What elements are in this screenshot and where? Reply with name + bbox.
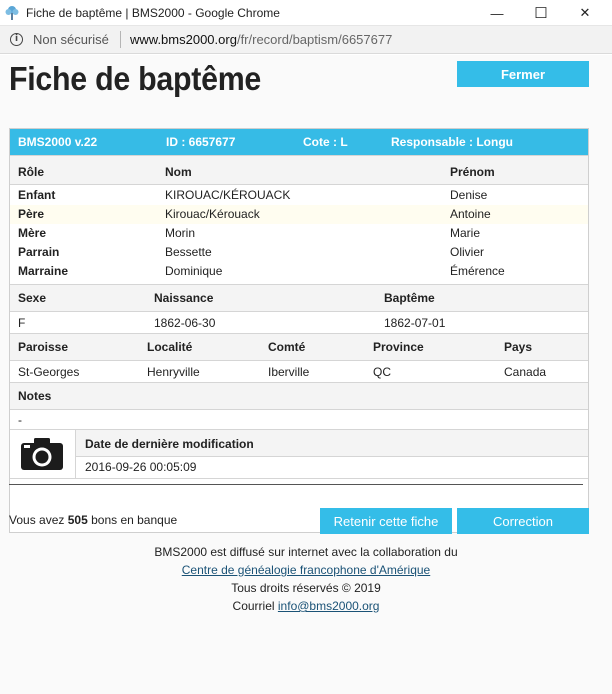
modified-value: 2016-09-26 00:05:09 bbox=[85, 460, 197, 474]
person-role: Père bbox=[18, 207, 45, 221]
record-cote: Cote : L bbox=[303, 135, 348, 149]
column-header-localite: Localité bbox=[147, 340, 193, 354]
camera-cell bbox=[10, 430, 76, 478]
footer-contact: Courriel info@bms2000.org bbox=[0, 597, 612, 615]
bank-prefix: Vous avez bbox=[9, 513, 65, 527]
person-nom: KIROUAC/KÉROUACK bbox=[165, 188, 291, 202]
column-header-sexe: Sexe bbox=[18, 291, 47, 305]
page-content: Fiche de baptême Fermer BMS2000 v.22 ID … bbox=[0, 55, 612, 694]
url-domain: www.bms2000.org bbox=[130, 32, 237, 47]
highlighted-row-background bbox=[10, 205, 588, 224]
column-header-pays: Pays bbox=[504, 340, 533, 354]
person-nom: Kirouac/Kérouack bbox=[165, 207, 260, 221]
email-link[interactable]: info@bms2000.org bbox=[278, 599, 380, 613]
modified-bottom-border bbox=[10, 478, 588, 479]
column-header-province: Province bbox=[373, 340, 424, 354]
record-version: BMS2000 v.22 bbox=[18, 135, 98, 149]
comte-value: Iberville bbox=[268, 365, 310, 379]
person-nom: Dominique bbox=[165, 264, 223, 278]
sexe-value: F bbox=[18, 316, 26, 330]
person-prenom: Olivier bbox=[450, 245, 485, 259]
window-titlebar: Fiche de baptême | BMS2000 - Google Chro… bbox=[0, 0, 612, 26]
camera-icon bbox=[21, 438, 63, 470]
person-role: Marraine bbox=[18, 264, 69, 278]
place-header-row: Paroisse Localité Comté Province Pays bbox=[10, 333, 588, 361]
person-prenom: Antoine bbox=[450, 207, 491, 221]
person-prenom: Marie bbox=[450, 226, 481, 240]
province-value: QC bbox=[373, 365, 391, 379]
address-separator bbox=[120, 31, 121, 48]
modified-header-row: Date de dernière modification bbox=[76, 429, 588, 457]
notes-header-row: Notes bbox=[10, 382, 588, 410]
column-header-bapteme: Baptême bbox=[384, 291, 435, 305]
cgfa-link[interactable]: Centre de généalogie francophone d'Améri… bbox=[182, 563, 430, 577]
url-text[interactable]: www.bms2000.org/fr/record/baptism/665767… bbox=[130, 32, 392, 47]
column-header-role: Rôle bbox=[18, 165, 45, 179]
naissance-value: 1862-06-30 bbox=[154, 316, 216, 330]
maximize-icon: ☐ bbox=[534, 5, 548, 22]
bms2000-tree-icon bbox=[5, 6, 19, 20]
footer: BMS2000 est diffusé sur internet avec la… bbox=[0, 543, 612, 615]
bapteme-value: 1862-07-01 bbox=[384, 316, 446, 330]
record-header: BMS2000 v.22 ID : 6657677 Cote : L Respo… bbox=[10, 129, 588, 155]
section-divider bbox=[9, 484, 583, 485]
person-role: Enfant bbox=[18, 188, 56, 202]
security-status[interactable]: Non sécurisé bbox=[33, 32, 109, 47]
maximize-button[interactable]: ☐ bbox=[518, 0, 564, 26]
person-prenom: Émérence bbox=[450, 264, 505, 278]
contact-label: Courriel bbox=[232, 599, 275, 613]
persons-header-row: Rôle Nom Prénom bbox=[10, 155, 588, 185]
minimize-icon: — bbox=[490, 5, 504, 21]
info-icon[interactable]: i bbox=[10, 33, 23, 46]
column-header-nom: Nom bbox=[165, 165, 192, 179]
footer-collaboration: BMS2000 est diffusé sur internet avec la… bbox=[154, 545, 458, 559]
bank-suffix: bons en banque bbox=[91, 513, 178, 527]
person-role: Mère bbox=[18, 226, 47, 240]
baptism-record-card: BMS2000 v.22 ID : 6657677 Cote : L Respo… bbox=[9, 128, 589, 533]
record-responsable: Responsable : Longu bbox=[391, 135, 514, 149]
notes-value: - bbox=[18, 413, 22, 427]
notes-header: Notes bbox=[18, 389, 52, 403]
address-bar[interactable]: i Non sécurisé www.bms2000.org/fr/record… bbox=[0, 26, 612, 54]
column-header-comte: Comté bbox=[268, 340, 306, 354]
footer-copyright: Tous droits réservés © 2019 bbox=[231, 581, 381, 595]
paroisse-value: St-Georges bbox=[18, 365, 80, 379]
column-header-prenom: Prénom bbox=[450, 165, 495, 179]
minimize-button[interactable]: — bbox=[474, 0, 520, 26]
localite-value: Henryville bbox=[147, 365, 200, 379]
modified-header: Date de dernière modification bbox=[85, 437, 254, 451]
correction-button[interactable]: Correction bbox=[457, 508, 589, 534]
window-title: Fiche de baptême | BMS2000 - Google Chro… bbox=[26, 6, 280, 20]
bank-balance: Vous avez 505 bons en banque bbox=[9, 513, 177, 527]
column-header-paroisse: Paroisse bbox=[18, 340, 69, 354]
close-window-button[interactable]: ✕ bbox=[562, 0, 608, 26]
person-prenom: Denise bbox=[450, 188, 488, 202]
close-button[interactable]: Fermer bbox=[457, 61, 589, 87]
column-header-naissance: Naissance bbox=[154, 291, 214, 305]
person-nom: Morin bbox=[165, 226, 196, 240]
url-path: /fr/record/baptism/6657677 bbox=[236, 32, 393, 47]
page-title: Fiche de baptême bbox=[9, 60, 262, 97]
close-icon: ✕ bbox=[579, 5, 591, 20]
retain-record-button[interactable]: Retenir cette fiche bbox=[320, 508, 452, 534]
person-role: Parrain bbox=[18, 245, 60, 259]
person-nom: Bessette bbox=[165, 245, 212, 259]
dates-header-row: Sexe Naissance Baptême bbox=[10, 284, 588, 312]
record-id: ID : 6657677 bbox=[166, 135, 236, 149]
pays-value: Canada bbox=[504, 365, 547, 379]
bank-count: 505 bbox=[67, 513, 88, 527]
